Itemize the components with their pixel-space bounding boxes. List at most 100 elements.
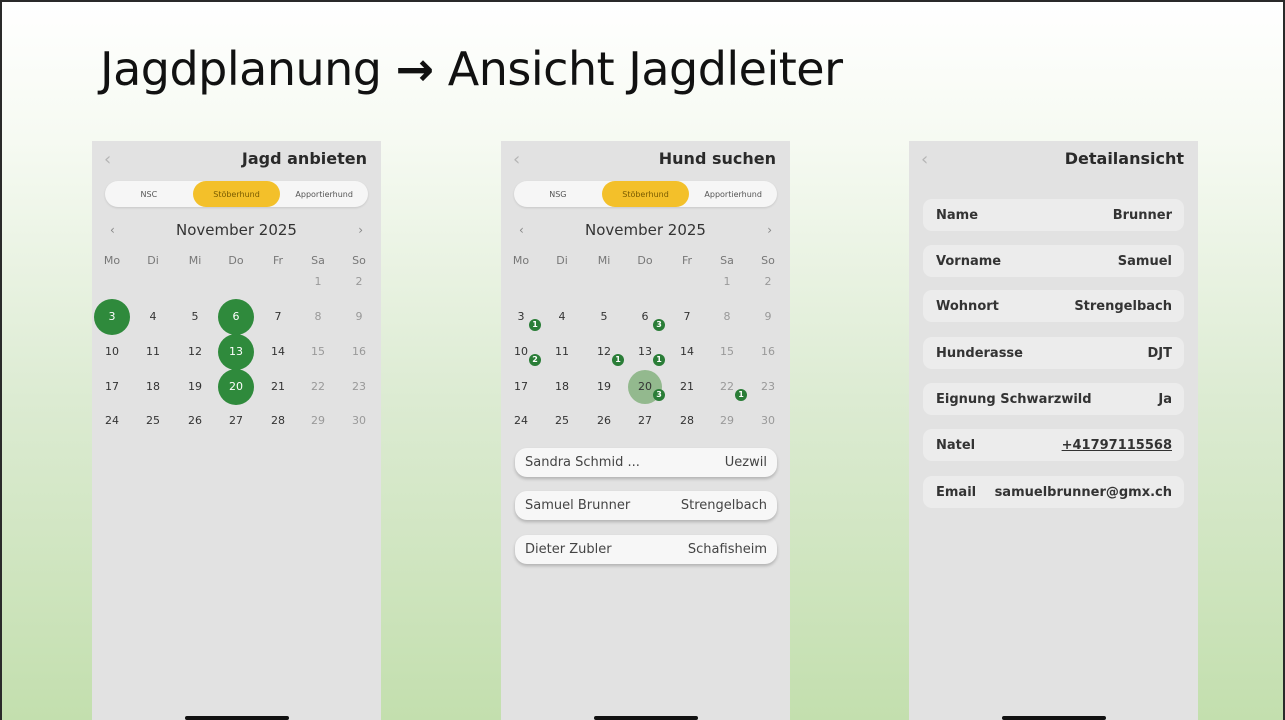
month-label: November 2025 <box>176 221 297 239</box>
calendar-day[interactable]: 3 <box>94 299 130 335</box>
calendar-day[interactable]: 25 <box>545 404 579 438</box>
field-label: Name <box>936 208 979 223</box>
calendar-day[interactable]: 6 <box>218 299 254 335</box>
calendar-day[interactable]: 8 <box>301 300 335 334</box>
calendar-day[interactable]: 2 <box>751 265 785 299</box>
calendar-day[interactable]: 17 <box>504 370 538 404</box>
calendar-day[interactable]: 4 <box>545 300 579 334</box>
back-chevron-icon[interactable]: ‹ <box>513 149 520 170</box>
segment-nsc[interactable]: NSC <box>105 181 193 207</box>
weekday-label: Di <box>147 254 159 267</box>
calendar-day[interactable]: 5 <box>178 300 212 334</box>
detail-field-wohnort: Wohnort Strengelbach <box>923 290 1184 322</box>
weekday-label: Mo <box>103 254 121 267</box>
calendar-day[interactable]: 19 <box>178 370 212 404</box>
calendar-day[interactable]: 16 <box>751 335 785 369</box>
calendar-day[interactable]: 15 <box>710 335 744 369</box>
detail-field-vorname: Vorname Samuel <box>923 245 1184 277</box>
phone-link[interactable]: +41797115568 <box>1062 438 1172 453</box>
calendar-day[interactable]: 28 <box>261 404 295 438</box>
calendar-day[interactable]: 11 <box>545 335 579 369</box>
title-left: Jagdplanung <box>100 42 382 96</box>
calendar-day[interactable]: 8 <box>710 300 744 334</box>
field-label: Hunderasse <box>936 346 1023 361</box>
calendar-day[interactable]: 7 <box>670 300 704 334</box>
calendar-day[interactable]: 23 <box>751 370 785 404</box>
calendar-day[interactable]: 5 <box>587 300 621 334</box>
count-badge: 1 <box>653 354 665 366</box>
calendar-day[interactable]: 24 <box>95 404 129 438</box>
calendar-day[interactable]: 27 <box>219 404 253 438</box>
calendar-day[interactable]: 21 <box>670 370 704 404</box>
segment-apportierhund[interactable]: Apportierhund <box>280 181 368 207</box>
calendar-day[interactable]: 12 <box>178 335 212 369</box>
title-right: Ansicht Jagdleiter <box>447 42 843 96</box>
weekday-label: Do <box>228 254 244 267</box>
calendar-day[interactable]: 21 <box>261 370 295 404</box>
detail-field-email: Email samuelbrunner@gmx.ch <box>923 476 1184 508</box>
back-chevron-icon[interactable]: ‹ <box>921 149 928 170</box>
calendar-day[interactable]: 20 <box>218 369 254 405</box>
next-month-icon[interactable]: › <box>358 223 363 237</box>
detail-field-eignung: Eignung Schwarzwild Ja <box>923 383 1184 415</box>
segment-nsg[interactable]: NSG <box>514 181 602 207</box>
calendar-day[interactable]: 13 <box>218 334 254 370</box>
calendar-day[interactable]: 9 <box>342 300 376 334</box>
field-value: Strengelbach <box>1074 299 1172 314</box>
calendar-day[interactable]: 14 <box>670 335 704 369</box>
calendar-day[interactable]: 26 <box>178 404 212 438</box>
back-chevron-icon[interactable]: ‹ <box>104 149 111 170</box>
calendar-day[interactable]: 24 <box>504 404 538 438</box>
count-badge: 1 <box>612 354 624 366</box>
screen-title: Detailansicht <box>1064 149 1184 168</box>
field-value: Brunner <box>1112 208 1172 223</box>
calendar-day[interactable]: 1 <box>710 265 744 299</box>
calendar-day[interactable]: 22 <box>301 370 335 404</box>
count-badge: 1 <box>529 319 541 331</box>
detail-field-hunderasse: Hunderasse DJT <box>923 337 1184 369</box>
calendar-day[interactable]: 29 <box>301 404 335 438</box>
calendar-day[interactable]: 4 <box>136 300 170 334</box>
calendar-day[interactable]: 2 <box>342 265 376 299</box>
result-item[interactable]: Dieter Zubler Schafisheim <box>515 535 777 564</box>
field-label: Eignung Schwarzwild <box>936 392 1092 407</box>
calendar-day[interactable]: 7 <box>261 300 295 334</box>
result-name: Dieter Zubler <box>525 542 612 557</box>
calendar-day[interactable]: 10 <box>95 335 129 369</box>
month-label: November 2025 <box>585 221 706 239</box>
calendar-day[interactable]: 17 <box>95 370 129 404</box>
calendar-day[interactable]: 11 <box>136 335 170 369</box>
segment-stoeberhund[interactable]: Stöberhund <box>192 181 281 207</box>
next-month-icon[interactable]: › <box>767 223 772 237</box>
segment-stoeberhund[interactable]: Stöberhund <box>601 181 690 207</box>
calendar-day[interactable]: 14 <box>261 335 295 369</box>
screen-hund-suchen: ‹ Hund suchen NSG Stöberhund Apportierhu… <box>501 141 790 720</box>
calendar-day[interactable]: 18 <box>136 370 170 404</box>
segmented-control: NSG Stöberhund Apportierhund <box>514 181 777 207</box>
slide-title: Jagdplanung → Ansicht Jagdleiter <box>100 42 843 96</box>
calendar-day[interactable]: 28 <box>670 404 704 438</box>
month-header: ‹ November 2025 › <box>104 221 369 241</box>
calendar-day[interactable]: 27 <box>628 404 662 438</box>
calendar-day[interactable]: 9 <box>751 300 785 334</box>
calendar-day[interactable]: 30 <box>342 404 376 438</box>
calendar-day[interactable]: 18 <box>545 370 579 404</box>
email-link[interactable]: samuelbrunner@gmx.ch <box>995 485 1172 500</box>
calendar-day[interactable]: 30 <box>751 404 785 438</box>
field-value: Ja <box>1158 392 1172 407</box>
calendar-day[interactable]: 19 <box>587 370 621 404</box>
calendar-day[interactable]: 29 <box>710 404 744 438</box>
result-item[interactable]: Sandra Schmid ... Uezwil <box>515 448 777 477</box>
screen-jagd-anbieten: ‹ Jagd anbieten NSC Stöberhund Apportier… <box>92 141 381 720</box>
calendar-day[interactable]: 23 <box>342 370 376 404</box>
result-item[interactable]: Samuel Brunner Strengelbach <box>515 491 777 520</box>
count-badge: 3 <box>653 389 665 401</box>
segment-apportierhund[interactable]: Apportierhund <box>689 181 777 207</box>
calendar-day[interactable]: 26 <box>587 404 621 438</box>
calendar-day[interactable]: 15 <box>301 335 335 369</box>
calendar-day[interactable]: 1 <box>301 265 335 299</box>
calendar-day[interactable]: 16 <box>342 335 376 369</box>
result-place: Schafisheim <box>687 542 767 557</box>
field-value: DJT <box>1147 346 1173 361</box>
calendar-day[interactable]: 25 <box>136 404 170 438</box>
